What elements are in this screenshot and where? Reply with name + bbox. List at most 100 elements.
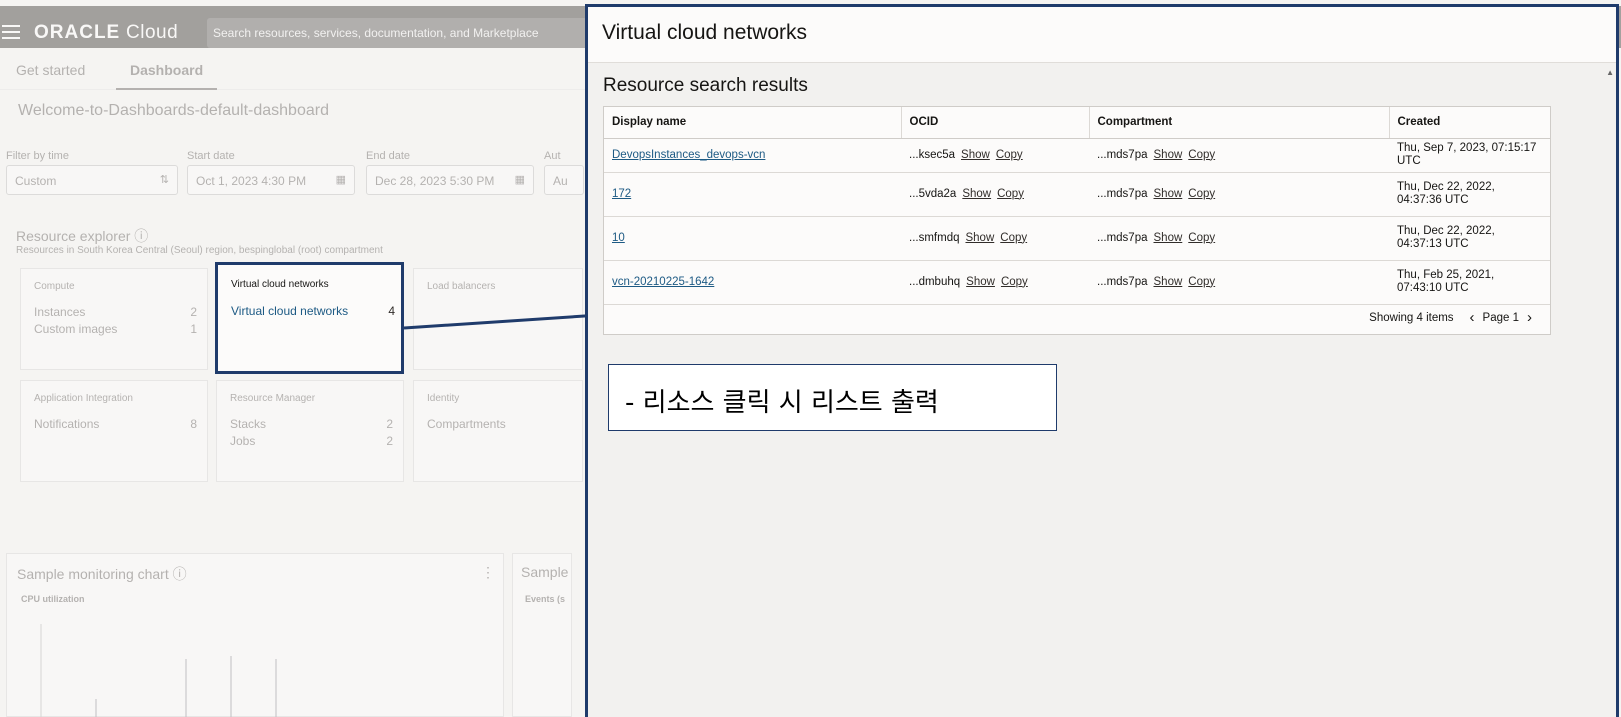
table-row: vcn-20210225-1642 ...dmbuhq Show Copy ...m… (604, 260, 1550, 305)
card-row-notifications[interactable]: Notifications 8 (34, 417, 197, 431)
calendar-icon[interactable]: ▦ (336, 173, 346, 186)
column-header-compartment[interactable]: Compartment (1089, 107, 1390, 139)
monitoring-chart-title-2: Sample (521, 564, 569, 580)
compartment-value: ...mds7pa (1097, 187, 1148, 200)
section-title: Resource search results (603, 75, 808, 96)
table-row: 10 ...smfmdq Show Copy ...mds7pa Show Copy T… (604, 216, 1550, 261)
card-title: Virtual cloud networks (231, 279, 329, 290)
oracle-cloud-logo[interactable]: ORACLE Cloud (34, 22, 178, 44)
vcn-results-panel: Virtual cloud networks ▲ Resource search… (585, 4, 1619, 717)
compartment-show-link[interactable]: Show (1154, 232, 1183, 244)
panel-header: Virtual cloud networks (588, 7, 1616, 63)
annotation-callout: - 리소스 클릭 시 리스트 출력 (608, 364, 1057, 431)
card-title: Compute (34, 281, 75, 292)
ocid-value: ...smfmdq (909, 231, 960, 244)
card-title: Load balancers (427, 281, 496, 292)
vcn-name-link[interactable]: DevopsInstances_devops-vcn (612, 149, 765, 161)
end-date-label: End date (366, 150, 411, 162)
compartment-value: ...mds7pa (1097, 231, 1148, 244)
table-row: 172 ...5vda2a Show Copy ...mds7pa Show Copy … (604, 172, 1550, 217)
monitoring-chart-sparkline (40, 624, 277, 717)
compartment-copy-link[interactable]: Copy (1188, 276, 1215, 288)
ocid-copy-link[interactable]: Copy (996, 149, 1023, 161)
monitoring-chart-card-2: Sample Events (s (512, 553, 572, 717)
metric-label-2: Events (s (525, 594, 566, 604)
created-value: Thu, Sep 7, 2023, 07:15:17 UTC (1389, 138, 1550, 173)
card-row-jobs[interactable]: Jobs 2 (230, 434, 393, 448)
compartment-value: ...mds7pa (1097, 275, 1148, 288)
created-value: Thu, Feb 25, 2021, 07:43:10 UTC (1389, 260, 1550, 305)
compartment-copy-link[interactable]: Copy (1188, 188, 1215, 200)
page-indicator: Page 1 (1482, 311, 1519, 324)
vcn-count: 4 (388, 304, 395, 318)
vcn-name-link[interactable]: 10 (612, 232, 625, 244)
card-row-instances[interactable]: Instances 2 (34, 305, 197, 319)
annotation-text: - 리소스 클릭 시 리스트 출력 (625, 388, 939, 418)
scroll-up-icon[interactable]: ▲ (1606, 68, 1614, 77)
showing-count: Showing 4 items (1369, 311, 1454, 324)
card-resource-manager: Resource Manager Stacks 2 Jobs 2 (216, 380, 404, 482)
column-header-display-name[interactable]: Display name (604, 107, 902, 139)
card-virtual-cloud-networks[interactable]: Virtual cloud networks Virtual cloud net… (215, 262, 404, 374)
more-options-icon[interactable]: ⋮ (481, 564, 495, 581)
card-title: Application Integration (34, 393, 133, 404)
tab-dashboard[interactable]: Dashboard (115, 62, 218, 90)
card-compute: Compute Instances 2 Custom images 1 (20, 268, 208, 370)
ocid-copy-link[interactable]: Copy (1001, 276, 1028, 288)
metric-label: CPU utilization (21, 594, 85, 604)
compartment-show-link[interactable]: Show (1154, 188, 1183, 200)
resource-explorer-title: Resource explorer ⓘ (16, 228, 149, 244)
ocid-show-link[interactable]: Show (961, 149, 990, 161)
compartment-value: ...mds7pa (1097, 148, 1148, 161)
column-header-ocid[interactable]: OCID (901, 107, 1090, 139)
monitoring-chart-card: Sample monitoring chart ⓘ ⋮ CPU utilizat… (6, 553, 504, 717)
table-row: DevopsInstances_devops-vcn ...ksec5a Show… (604, 138, 1550, 173)
compartment-copy-link[interactable]: Copy (1188, 149, 1215, 161)
compartment-show-link[interactable]: Show (1154, 149, 1183, 161)
card-load-balancers: Load balancers (413, 268, 583, 370)
card-row-stacks[interactable]: Stacks 2 (230, 417, 393, 431)
panel-title: Virtual cloud networks (602, 21, 808, 44)
filter-time-select[interactable]: Custom ⇅ (6, 165, 178, 195)
created-value: Thu, Dec 22, 2022, 04:37:13 UTC (1389, 216, 1550, 261)
tab-get-started[interactable]: Get started (16, 62, 85, 78)
column-header-created[interactable]: Created (1389, 107, 1550, 139)
card-row-compartments[interactable]: Compartments (427, 417, 572, 431)
hamburger-menu-icon[interactable] (2, 25, 20, 39)
auto-refresh-label: Aut (544, 150, 561, 162)
info-icon[interactable]: ⓘ (173, 566, 187, 582)
ocid-value: ...5vda2a (909, 187, 957, 200)
info-icon[interactable]: ⓘ (134, 228, 148, 244)
card-row-custom-images[interactable]: Custom images 1 (34, 322, 197, 336)
ocid-show-link[interactable]: Show (966, 276, 995, 288)
ocid-copy-link[interactable]: Copy (1000, 232, 1027, 244)
ocid-show-link[interactable]: Show (965, 232, 994, 244)
select-arrows-icon: ⇅ (159, 174, 169, 186)
end-date-input[interactable]: Dec 28, 2023 5:30 PM ▦ (366, 165, 534, 195)
ocid-show-link[interactable]: Show (962, 188, 991, 200)
global-search-input[interactable]: Search resources, services, documentatio… (207, 18, 587, 48)
start-date-label: Start date (187, 150, 235, 162)
compartment-copy-link[interactable]: Copy (1188, 232, 1215, 244)
table-header-row: Display name OCID Compartment Created (604, 107, 1550, 139)
dashboard-title: Welcome-to-Dashboards-default-dashboard (18, 102, 329, 119)
card-identity: Identity Compartments (413, 380, 583, 482)
ocid-value: ...dmbuhq (909, 275, 961, 288)
auto-refresh-select[interactable]: Au (544, 165, 584, 195)
filter-time-label: Filter by time (6, 150, 69, 162)
dashboard-tabs: Get started Dashboard (0, 50, 600, 90)
vcn-name-link[interactable]: vcn-20210225-1642 (612, 276, 714, 288)
start-date-input[interactable]: Oct 1, 2023 4:30 PM ▦ (187, 165, 355, 195)
calendar-icon[interactable]: ▦ (515, 173, 525, 186)
compartment-show-link[interactable]: Show (1154, 276, 1183, 288)
monitoring-chart-title: Sample monitoring chart ⓘ (17, 566, 187, 582)
chevron-left-icon[interactable]: ‹ (1470, 309, 1475, 326)
card-title: Resource Manager (230, 393, 316, 404)
ocid-copy-link[interactable]: Copy (997, 188, 1024, 200)
resource-explorer-subtitle: Resources in South Korea Central (Seoul)… (16, 245, 383, 256)
card-application-integration: Application Integration Notifications 8 (20, 380, 208, 482)
chevron-right-icon[interactable]: › (1527, 309, 1532, 326)
vcn-name-link[interactable]: 172 (612, 188, 631, 200)
card-row-virtual-cloud-networks[interactable]: Virtual cloud networks 4 (231, 304, 395, 318)
ocid-value: ...ksec5a (909, 148, 956, 161)
